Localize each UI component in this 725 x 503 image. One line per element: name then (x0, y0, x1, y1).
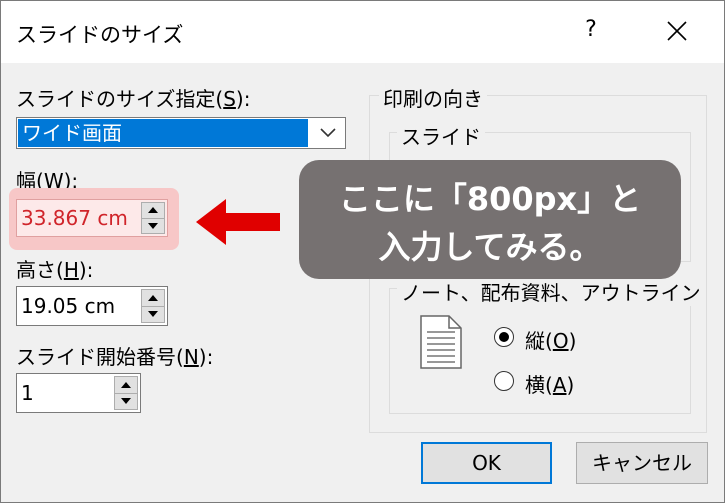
width-spinner[interactable]: 33.867 cm (16, 199, 168, 237)
slide-size-dialog: スライドのサイズ ? スライドのサイズ指定(S): ワイド画面 幅(W): 33… (0, 0, 725, 503)
instruction-callout: ここに「800px」と 入力してみる。 (299, 160, 681, 279)
landscape-label[interactable]: 横(A) (525, 369, 574, 398)
landscape-label-text: 横( (525, 373, 553, 397)
height-input[interactable]: 19.05 cm (21, 287, 139, 325)
portrait-accesskey: O (552, 329, 569, 353)
start-number-decrement-button[interactable] (114, 393, 138, 410)
landscape-label-end: ) (566, 373, 575, 397)
callout-line-1: ここに「800px」と (338, 180, 642, 218)
height-spinner[interactable]: 19.05 cm (16, 286, 168, 326)
cancel-button[interactable]: キャンセル (576, 442, 708, 484)
width-decrement-button[interactable] (141, 218, 165, 234)
height-decrement-button[interactable] (141, 306, 165, 323)
portrait-label-end: ) (568, 329, 577, 353)
portrait-label[interactable]: 縦(O) (525, 325, 576, 354)
portrait-radio[interactable] (494, 327, 514, 347)
start-number-label: スライド開始番号(N): (16, 341, 213, 370)
caret-up-icon (148, 294, 158, 301)
height-accesskey: H (63, 258, 79, 282)
height-increment-button[interactable] (141, 289, 165, 307)
start-number-input[interactable]: 1 (21, 374, 111, 412)
callout-line-2: 入力してみる。 (378, 228, 602, 266)
height-label-text: 高さ( (16, 258, 64, 282)
caret-down-icon (148, 311, 158, 318)
width-increment-button[interactable] (141, 202, 165, 219)
size-spec-label-end: ): (235, 87, 251, 111)
width-spin-buttons (141, 202, 165, 234)
size-spec-accesskey: S (223, 87, 236, 111)
document-icon (420, 315, 462, 369)
ok-button[interactable]: OK (421, 442, 552, 484)
close-icon[interactable] (659, 13, 695, 49)
orientation-group-label: 印刷の向き (379, 83, 487, 112)
size-spec-selected: ワイド画面 (18, 119, 308, 147)
width-input[interactable]: 33.867 cm (21, 200, 139, 236)
start-number-label-text: スライド開始番号( (16, 345, 184, 369)
start-number-accesskey: N (183, 345, 199, 369)
notes-orientation-label: ノート、配布資料、アウトライン (397, 277, 701, 306)
height-label: 高さ(H): (16, 254, 93, 283)
landscape-radio[interactable] (494, 371, 514, 391)
caret-up-icon (121, 381, 131, 388)
slides-orientation-label: スライド (397, 121, 485, 150)
red-arrow-icon (196, 199, 280, 245)
size-spec-label: スライドのサイズ指定(S): (16, 83, 250, 112)
help-icon[interactable]: ? (579, 17, 603, 42)
start-number-label-end: ): (198, 345, 214, 369)
dialog-title: スライドのサイズ (16, 23, 184, 47)
landscape-accesskey: A (552, 373, 567, 397)
start-number-increment-button[interactable] (114, 376, 138, 394)
portrait-label-text: 縦( (525, 329, 553, 353)
size-spec-label-text: スライドのサイズ指定( (16, 87, 224, 111)
size-spec-dropdown[interactable]: ワイド画面 (16, 117, 346, 149)
radio-selected-dot (499, 332, 509, 342)
height-spin-buttons (141, 289, 165, 323)
title-bar: スライドのサイズ ? (1, 1, 724, 63)
caret-down-icon (148, 222, 158, 229)
start-number-spin-buttons (114, 376, 138, 410)
chevron-down-icon[interactable] (312, 119, 344, 147)
height-label-end: ): (78, 258, 94, 282)
caret-up-icon (148, 207, 158, 214)
caret-down-icon (121, 398, 131, 405)
start-number-spinner[interactable]: 1 (16, 373, 141, 413)
